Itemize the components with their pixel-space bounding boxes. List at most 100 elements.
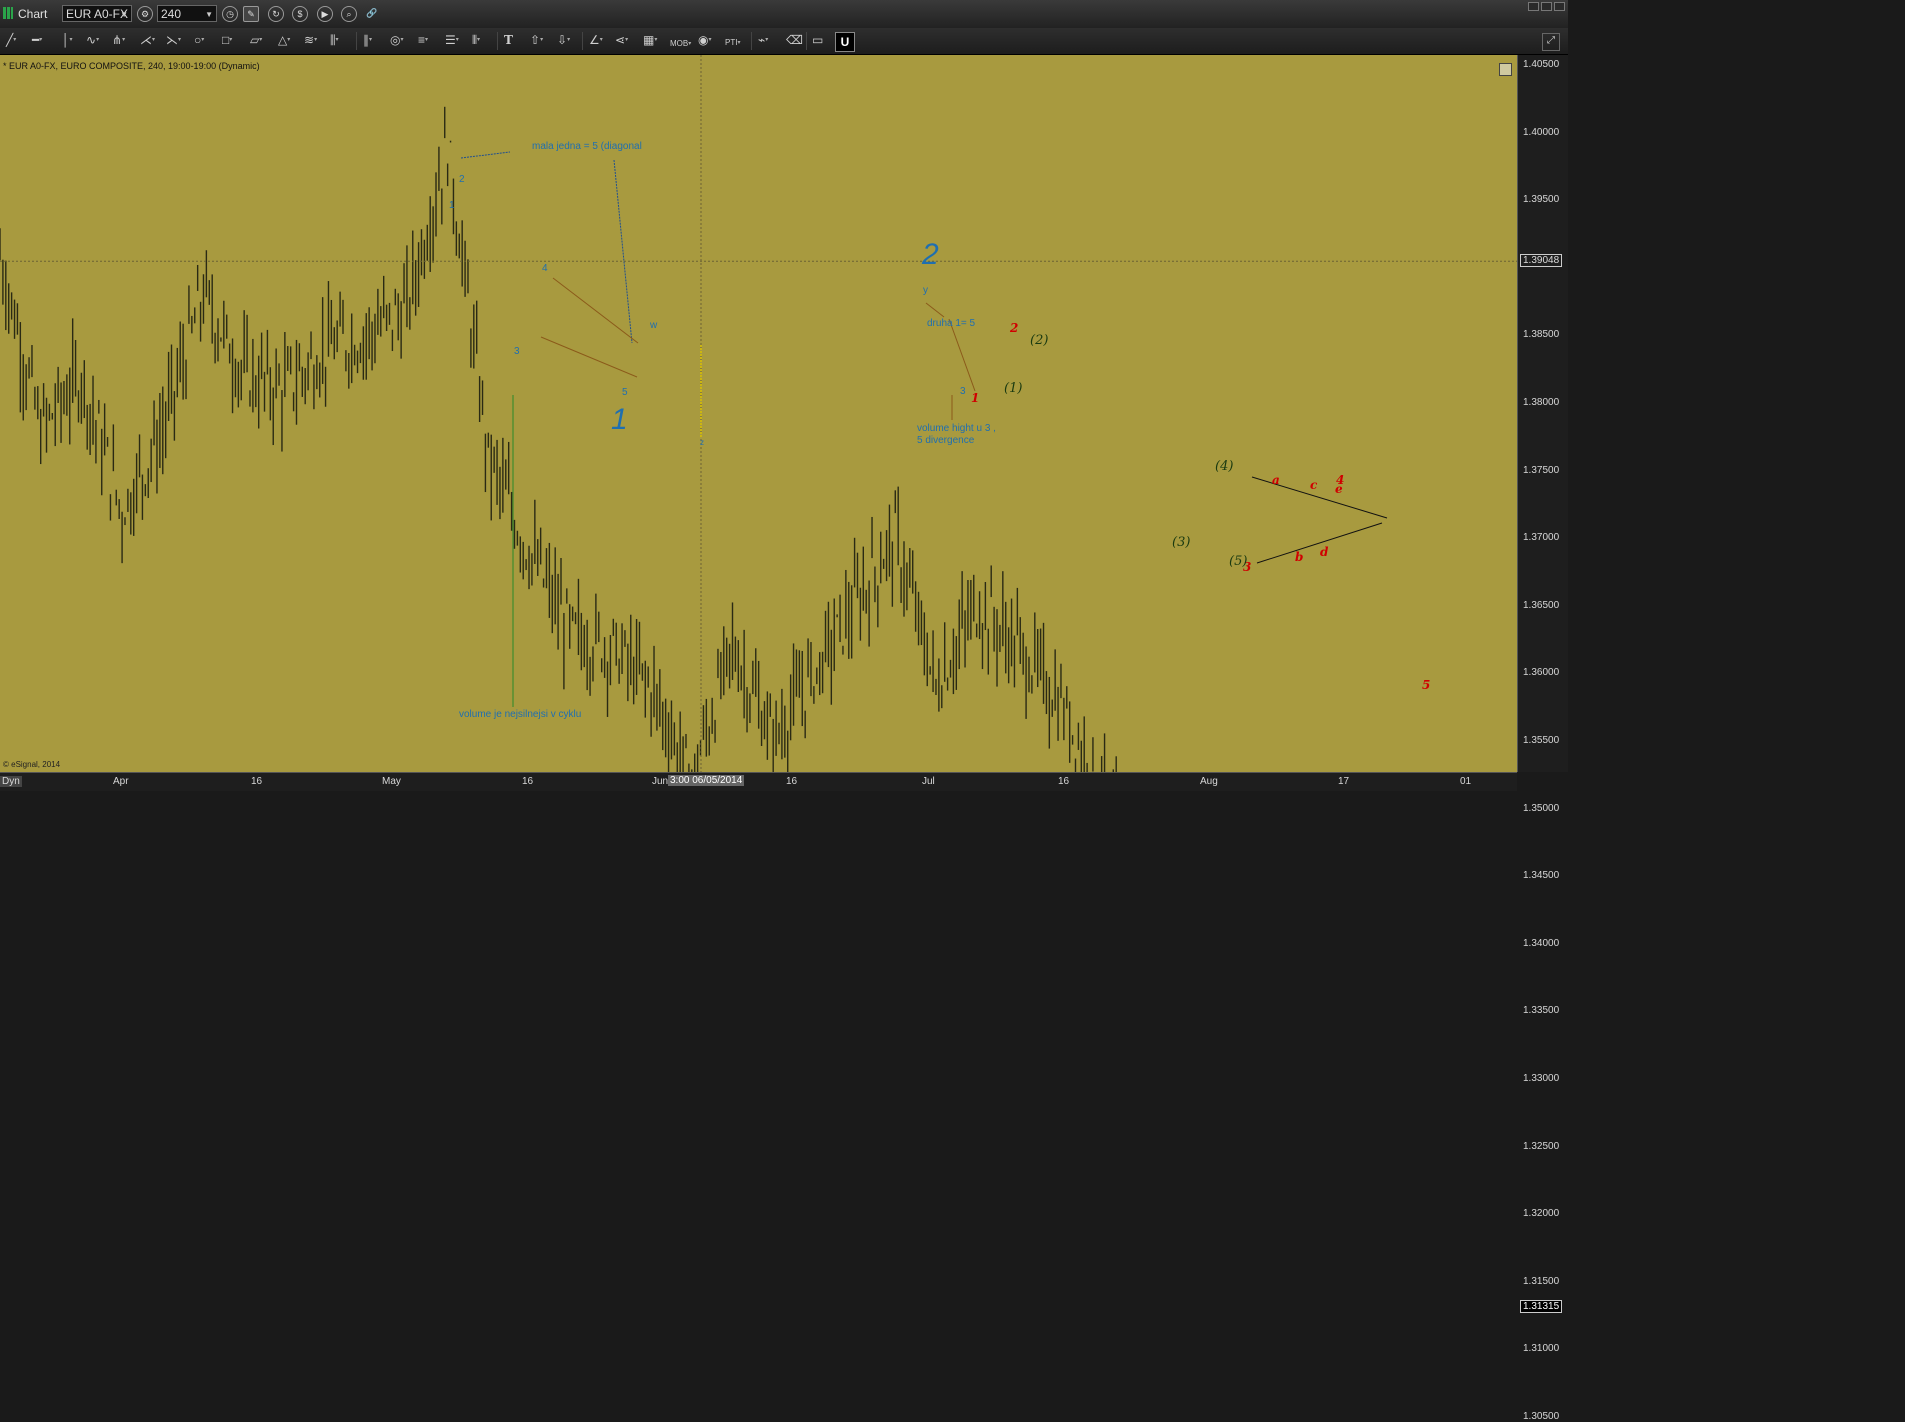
toolbar-separator xyxy=(582,32,583,50)
text-tool-icon[interactable]: T xyxy=(504,33,513,47)
draw-pen-icon[interactable]: ✎ xyxy=(243,6,259,22)
cycles-icon[interactable]: ◎▾ xyxy=(390,33,404,47)
arrow-up-icon[interactable]: ⇧▾ xyxy=(530,33,543,47)
grid-icon[interactable]: ▦▾ xyxy=(643,33,657,47)
swing-icon[interactable]: ⌁▾ xyxy=(758,33,768,47)
interval-combo[interactable]: 240 ▼ xyxy=(157,5,217,22)
price-axis-label: 1.30500 xyxy=(1523,1411,1560,1422)
clock-icon[interactable]: ◷ xyxy=(222,6,238,22)
chart-plot-area[interactable]: * EUR A0-FX, EURO COMPOSITE, 240, 19:00-… xyxy=(0,55,1517,772)
vertical-line-icon[interactable]: │▾ xyxy=(62,33,73,47)
channel-icon[interactable]: ≋▾ xyxy=(304,33,317,47)
wave2-trendline xyxy=(948,318,976,392)
time-axis[interactable]: Dyn 3:00 06/05/2014 Apr 16 May 16 Jun 16 Jul 16… xyxy=(0,772,1517,791)
rectangle-icon[interactable]: □▾ xyxy=(222,33,232,47)
chevron-down-icon[interactable]: ▼ xyxy=(205,6,213,23)
ellipse-icon[interactable]: ○▾ xyxy=(194,33,204,47)
red-wave-5: 5 xyxy=(1422,678,1431,692)
red-wave-1: 1 xyxy=(971,391,980,405)
fullscreen-icon[interactable]: ⤢ xyxy=(1542,33,1560,51)
price-axis-label: 1.38000 xyxy=(1523,397,1560,408)
chevron-down-icon[interactable]: ▼ xyxy=(120,6,128,23)
mob-label: MOB xyxy=(670,39,689,48)
triangle-label-c: c xyxy=(1310,478,1318,492)
link-icon[interactable]: 🔗 xyxy=(364,6,380,22)
time-axis-label: 17 xyxy=(1338,776,1350,787)
eraser-icon[interactable]: ⌫ xyxy=(786,33,803,47)
price-axis-label: 1.31000 xyxy=(1523,1343,1560,1355)
fib-extension-icon[interactable]: ☰▾ xyxy=(445,33,459,47)
price-axis-label: 1.37000 xyxy=(1523,532,1560,544)
quote-icon[interactable]: $ xyxy=(292,6,308,22)
parallelogram-icon[interactable]: ▱▾ xyxy=(250,33,262,47)
time-axis-label: 16 xyxy=(522,776,534,787)
wedge-upper-trendline xyxy=(552,277,639,344)
refresh-icon[interactable]: ↻ xyxy=(268,6,284,22)
angle-icon[interactable]: ∠▾ xyxy=(589,33,603,47)
time-axis-label: May xyxy=(382,776,401,787)
price-axis-label: 1.33500 xyxy=(1523,1005,1560,1017)
elliott-wave-icon[interactable]: ∿▾ xyxy=(86,33,99,47)
time-axis-label: Jun xyxy=(652,776,669,787)
close-button[interactable] xyxy=(1554,2,1565,11)
triangle-label-b: b xyxy=(1295,550,1304,564)
price-axis-label: 1.39500 xyxy=(1523,194,1560,206)
time-axis-label: Jul xyxy=(922,776,935,787)
price-axis-label: 1.34000 xyxy=(1523,937,1560,949)
arrow-down-icon[interactable]: ⇩▾ xyxy=(557,33,570,47)
comment-icon[interactable]: ▭ xyxy=(812,33,823,47)
minimize-button[interactable] xyxy=(1528,2,1539,11)
chart-options-icon[interactable] xyxy=(1499,63,1512,76)
mob-tool[interactable]: MOB▾ xyxy=(670,37,691,51)
triangle-icon[interactable]: △▾ xyxy=(278,33,290,47)
gann-fan-icon[interactable]: ⋌▾ xyxy=(140,33,155,47)
price-axis-label: 1.32500 xyxy=(1523,1140,1560,1152)
price-axis-label: 1.31500 xyxy=(1523,1275,1560,1287)
subwave-label-y: y xyxy=(923,285,928,296)
speed-lines-icon[interactable]: ⋖▾ xyxy=(615,33,628,47)
horizontal-line-icon[interactable]: ━▾ xyxy=(32,33,42,47)
elliott-label-4: (4) xyxy=(1215,459,1234,474)
pti-tool[interactable]: PTI▾ xyxy=(725,36,740,50)
price-axis-label: 1.33000 xyxy=(1523,1073,1560,1084)
magnet-icon[interactable]: U xyxy=(835,32,855,52)
interval-value: 240 xyxy=(161,7,182,21)
wave2-trendline xyxy=(925,302,945,318)
toolbar-separator xyxy=(751,32,752,50)
annotation-volume-hight: volume hight u 3 , xyxy=(917,423,996,434)
subwave-label-z: z xyxy=(700,438,704,447)
wave-label-1: 1 xyxy=(611,403,628,436)
drawing-toolbar: ╱▾ ━▾ │▾ ∿▾ ⋔▾ ⋌▾ ⋋▾ ○▾ □▾ ▱▾ △▾ ≋▾ ⫼▾ ∥… xyxy=(0,28,1568,55)
fib-retracement-icon[interactable]: ≡▾ xyxy=(418,33,428,47)
time-axis-label: 01 xyxy=(1460,776,1472,787)
wave-label-2: 2 xyxy=(922,238,939,271)
elliott-label-5: (5) xyxy=(1229,554,1248,569)
price-axis-label: 1.40000 xyxy=(1523,126,1560,138)
parallel-lines-icon[interactable]: ∥▾ xyxy=(363,33,372,47)
dynamic-toggle[interactable]: Dyn xyxy=(0,776,22,787)
subwave-label-3b: 3 xyxy=(960,386,966,397)
search-icon[interactable]: ⌕ xyxy=(341,6,357,22)
subwave-label-w: w xyxy=(650,320,658,331)
title-bar: Chart EUR A0-FX ▼ ⚙ 240 ▼ ◷ ✎ ↻ $ ▶ ⌕ 🔗 xyxy=(0,0,1568,29)
price-axis[interactable]: 1.40500 1.40000 1.39500 1.38500 1.38000 1.375… xyxy=(1517,55,1569,1422)
fib-fan-icon[interactable]: ⋋▾ xyxy=(166,33,181,47)
toolbar-separator xyxy=(356,32,357,50)
price-axis-label: 1.34500 xyxy=(1523,870,1560,882)
line-tool-icon[interactable]: ╱▾ xyxy=(6,33,16,47)
subwave-label-5: 5 xyxy=(622,387,628,398)
time-zones-icon[interactable]: ⫴▾ xyxy=(472,33,480,47)
pitchfork-icon[interactable]: ⋔▾ xyxy=(112,33,125,47)
elliott-label-3: (3) xyxy=(1172,535,1191,550)
maximize-button[interactable] xyxy=(1541,2,1552,11)
time-axis-label: 16 xyxy=(786,776,798,787)
bars-pattern-icon[interactable]: ⫼▾ xyxy=(330,33,339,47)
play-icon[interactable]: ▶ xyxy=(317,6,333,22)
interval-settings-icon[interactable]: ⚙ xyxy=(137,6,153,22)
eye-icon[interactable]: ◉▾ xyxy=(698,33,712,47)
triangle-label-a: a xyxy=(1272,473,1280,487)
symbol-combo[interactable]: EUR A0-FX ▼ xyxy=(62,5,132,22)
subwave-label-4: 4 xyxy=(542,263,548,274)
pointer-line xyxy=(613,159,633,344)
window-title: Chart xyxy=(18,7,48,21)
